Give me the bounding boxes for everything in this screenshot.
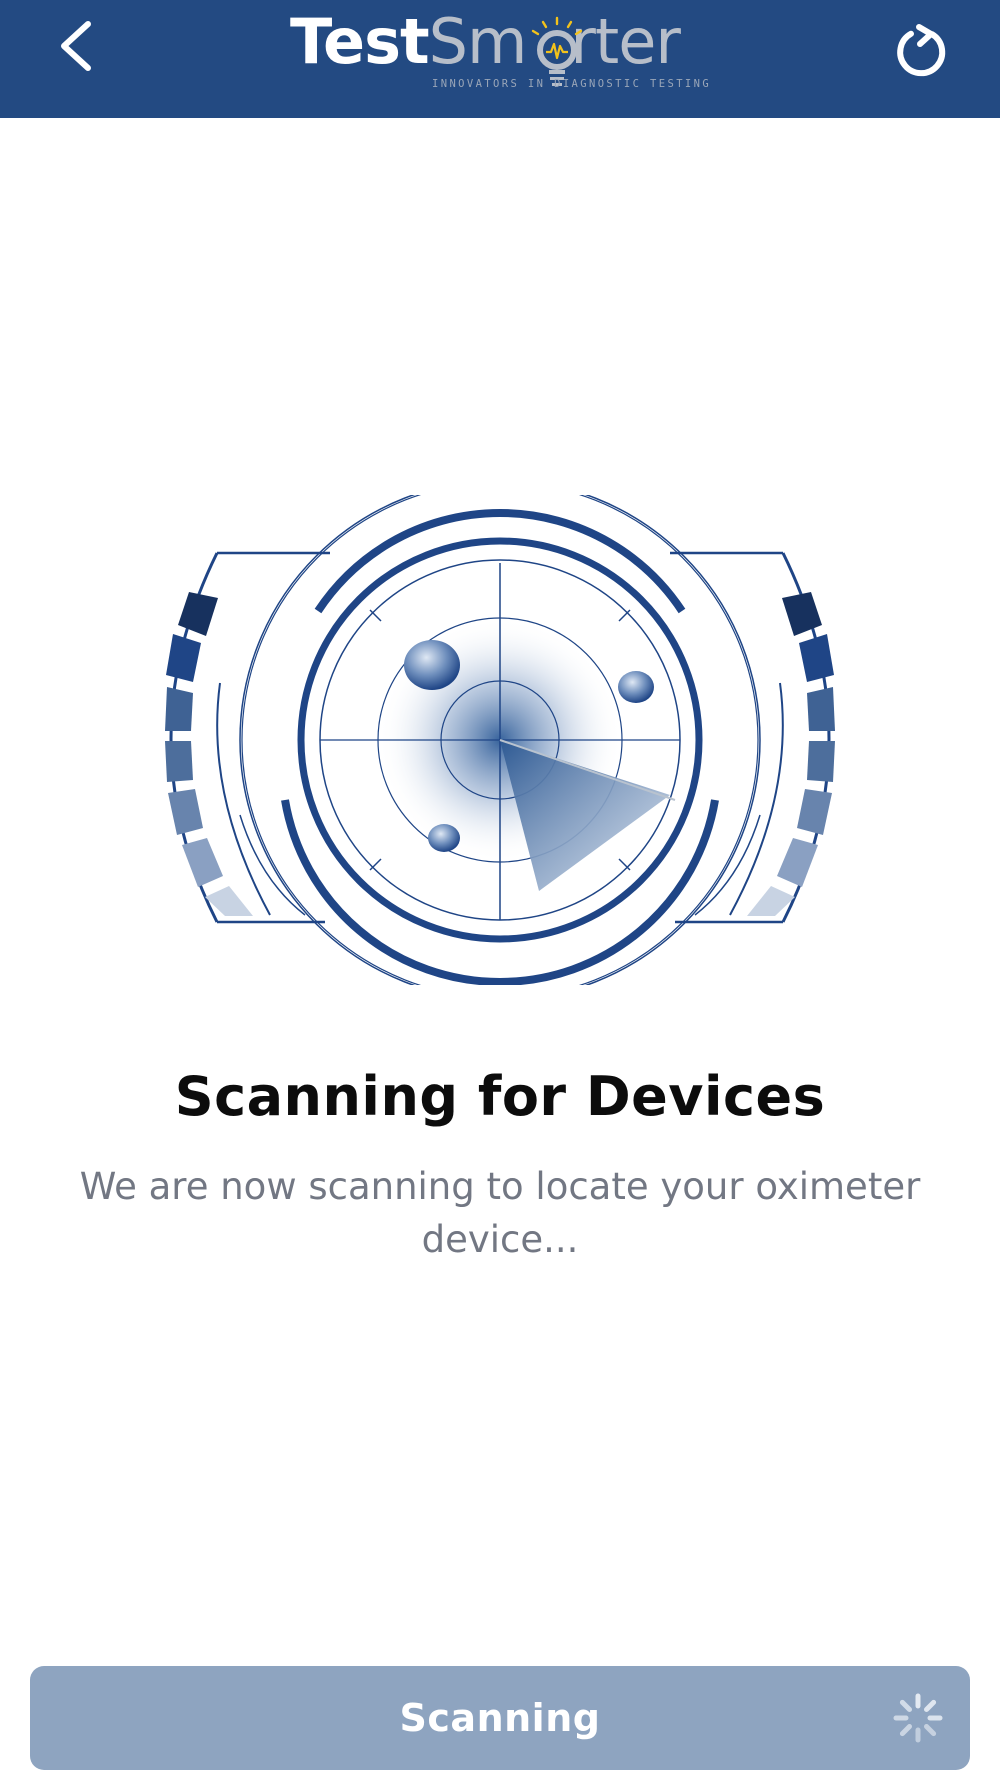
radar-blip	[428, 824, 460, 852]
back-button[interactable]	[48, 14, 108, 78]
page-title: Scanning for Devices	[174, 1065, 826, 1128]
scanning-button[interactable]: Scanning	[30, 1666, 970, 1770]
scanning-screen: TestSm rter INNOVATORS IN DIAGNOSTIC TES…	[0, 0, 1000, 1778]
logo-text-sm: Sm	[428, 5, 528, 78]
spinner-icon	[893, 1693, 943, 1743]
refresh-icon	[897, 24, 946, 77]
radar-scan-illustration	[165, 495, 835, 985]
radar-blip	[404, 640, 460, 690]
radar-blip	[618, 671, 654, 703]
refresh-button[interactable]	[888, 14, 954, 80]
scanning-button-label: Scanning	[399, 1696, 601, 1740]
testsmarter-logo: TestSm rter INNOVATORS IN DIAGNOSTIC TES…	[290, 5, 720, 94]
chevron-left-icon	[61, 21, 91, 71]
app-header: TestSm rter INNOVATORS IN DIAGNOSTIC TES…	[0, 0, 1000, 118]
page-subtitle: We are now scanning to locate your oxime…	[79, 1165, 921, 1261]
logo-tagline: INNOVATORS IN DIAGNOSTIC TESTING	[432, 78, 712, 90]
logo-text-test: Test	[290, 5, 430, 78]
